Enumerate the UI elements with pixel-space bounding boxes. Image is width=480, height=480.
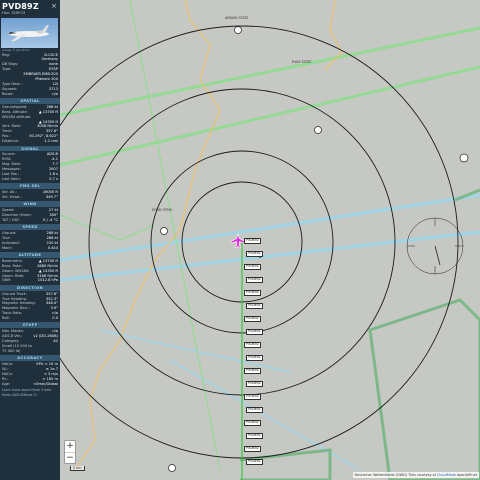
section-header-fms-sel[interactable]: FMS SEL xyxy=(0,183,60,189)
compass-rose xyxy=(406,217,464,275)
info-key: 75 000 lb) xyxy=(2,348,21,353)
aircraft-tag[interactable]: PVD89Z xyxy=(246,329,263,335)
info-key: TAT / OAT: xyxy=(2,217,20,222)
vor-icon-south xyxy=(168,464,176,472)
zoom-in-button[interactable]: + xyxy=(65,441,75,452)
info-row: 75 000 lb) xyxy=(0,349,60,354)
hex-code: Hex: 3C6FC9 xyxy=(2,11,26,15)
route-line-1 xyxy=(60,193,480,262)
section-header-direction[interactable]: DIRECTION xyxy=(0,284,60,291)
info-key: Last Seen: xyxy=(2,176,21,181)
section-header-signal[interactable]: SIGNAL xyxy=(0,145,60,152)
map-attribution: Deutscher Wetterdienst (DWD) Tiles court… xyxy=(352,472,479,478)
aircraft-icon[interactable] xyxy=(230,232,246,248)
info-key: Roll: xyxy=(2,316,10,321)
airway-thin xyxy=(129,0,221,471)
info-key: Route: xyxy=(2,91,14,96)
info-key: WGS84 altitude: xyxy=(2,114,32,119)
aircraft-tag[interactable]: PVD89Z xyxy=(246,303,263,309)
info-value: 349.7° xyxy=(45,194,58,199)
attribution-prefix: Deutscher Wetterdienst (DWD) Tiles court… xyxy=(354,473,436,477)
vor-icon-north xyxy=(234,26,242,34)
info-row: Roll: 0.0 xyxy=(0,316,60,321)
aircraft-tag[interactable]: PVD89Z xyxy=(246,381,263,387)
aircraft-tag[interactable]: PVD89Z xyxy=(244,264,261,270)
airway-line-1 xyxy=(60,26,480,117)
border-line xyxy=(74,0,221,471)
info-row: TAT / OAT: 0 / -4 °C xyxy=(0,218,60,223)
info-sections: SPATIAL Groundspeed: 288 kt Baro. Altitude:… xyxy=(0,98,60,386)
aircraft-tag[interactable]: PVD89Z xyxy=(244,316,261,322)
info-row: Route: n/a xyxy=(0,92,60,97)
map-label: EHRD GTMS xyxy=(152,208,172,212)
aircraft-tag[interactable]: PVD89Z xyxy=(244,368,261,374)
aircraft-tag[interactable]: PVD89Z xyxy=(244,238,261,244)
aircraft-photo[interactable] xyxy=(1,17,58,48)
section-header-speed[interactable]: SPEED xyxy=(0,224,60,231)
scale-bar: 5 km xyxy=(70,466,85,471)
scale-label: 5 km xyxy=(70,466,85,471)
section-header-accuracy[interactable]: ACCURACY xyxy=(0,355,60,362)
info-row: Sel. Head.: 349.7° xyxy=(0,195,60,200)
aircraft-tag[interactable]: PVD89Z xyxy=(246,433,263,439)
vor-icon-west xyxy=(160,227,168,235)
info-key: Mach: xyxy=(2,245,13,250)
attribution-suffix[interactable]: openAIP.net xyxy=(457,473,477,477)
map-label: EVAS STATE xyxy=(292,60,312,64)
info-value: 1.2 nmi xyxy=(44,139,58,144)
info-key: Reg: xyxy=(2,52,11,57)
aircraft-tag[interactable]: PVD89Z xyxy=(246,407,263,413)
vor-icon-east xyxy=(314,126,322,134)
info-value: <5min/Global xyxy=(33,381,58,386)
section-header-wind[interactable]: WIND xyxy=(0,201,60,208)
zoom-out-button[interactable]: − xyxy=(65,452,75,463)
info-value: 0.7 s xyxy=(49,176,58,181)
info-key: QNH: xyxy=(2,278,12,283)
map-canvas[interactable] xyxy=(60,0,480,480)
airspace-routes xyxy=(60,0,480,471)
info-row: Distance: 1.2 nmi xyxy=(0,139,60,144)
info-key: Distance: xyxy=(2,139,19,144)
info-value: n/a xyxy=(52,91,58,96)
aircraft-info-sidebar: PVD89Z Hex: 3C6FC9 × Image © Jan Dirks R… xyxy=(0,0,60,480)
zoom-control: + − xyxy=(64,440,76,464)
section-header-altitude[interactable]: ALTITUDE xyxy=(0,252,60,258)
info-value: 1012.8 hPa xyxy=(37,278,58,283)
info-value: 0.444 xyxy=(47,245,58,250)
info-row: Last Seen: 0.7 s xyxy=(0,177,60,182)
basic-info: Reg: D-CSCE Germany DB flags: none Type: E55P E… xyxy=(0,53,60,97)
info-key: Type: xyxy=(2,67,12,72)
info-value: 0 / -4 °C xyxy=(43,217,58,222)
aircraft-tag[interactable]: PVD89Z xyxy=(244,394,261,400)
zone-east xyxy=(368,298,480,480)
aircraft-tag[interactable]: PVD89Z xyxy=(244,290,261,296)
info-key: Age: xyxy=(2,381,11,386)
aircraft-tag[interactable]: PVD89Z xyxy=(246,277,263,283)
aircraft-tag[interactable]: PVD89Z xyxy=(244,342,261,348)
info-key: Sel. Head.: xyxy=(2,194,22,199)
aircraft-tag[interactable]: PVD89Z xyxy=(246,459,263,465)
close-icon[interactable]: × xyxy=(50,2,58,10)
info-value: A2 xyxy=(53,339,58,344)
learn-more-link[interactable]: Learn more about Mode S data fields (ADS… xyxy=(0,386,60,397)
map-view[interactable]: AIRWAY STATE EHRD GTMS EVAS STATE PVD89Z PV… xyxy=(60,0,480,480)
section-header-spatial[interactable]: SPATIAL xyxy=(0,98,60,104)
info-value: ▲ 13700 ft xyxy=(38,109,58,114)
info-row: Mach: 0.444 xyxy=(0,246,60,251)
aircraft-tag[interactable]: PVD89Z xyxy=(244,446,261,452)
attribution-link[interactable]: CloudMade xyxy=(437,473,456,477)
aircraft-tag[interactable]: PVD89Z xyxy=(246,251,263,257)
info-value: 0.0 xyxy=(52,316,58,321)
airway-short xyxy=(60,214,156,241)
zone-south xyxy=(239,448,332,480)
map-label: AIRWAY STATE xyxy=(225,16,249,20)
aircraft-tag[interactable]: PVD89Z xyxy=(246,355,263,361)
restricted-zones xyxy=(239,188,480,480)
info-row: QNH: 1012.8 hPa xyxy=(0,278,60,283)
aircraft-tag[interactable]: PVD89Z xyxy=(244,420,261,426)
section-header-stuff[interactable]: STUFF xyxy=(0,322,60,329)
airport-icon xyxy=(459,153,469,163)
